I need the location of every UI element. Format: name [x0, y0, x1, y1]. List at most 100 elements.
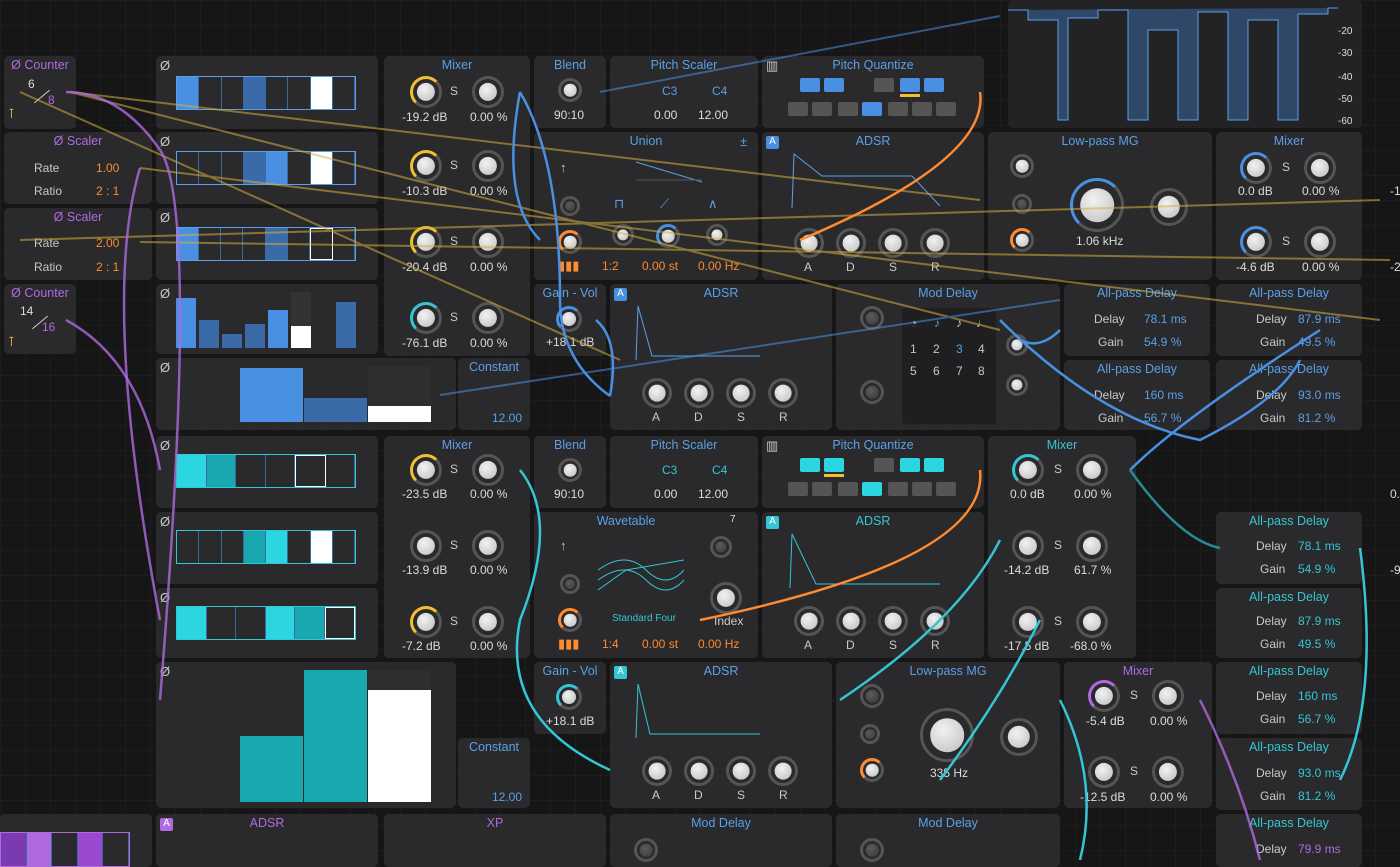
index-knob[interactable]	[710, 582, 742, 614]
pan-knob[interactable]	[472, 454, 504, 486]
level-knob[interactable]	[1012, 530, 1044, 562]
pan-knob[interactable]	[1152, 680, 1184, 712]
rate-selector[interactable]: ◔ ♪ ♪ ♩ 1 2 3 4 5 6 7 8	[902, 308, 996, 424]
pan-knob[interactable]	[472, 530, 504, 562]
allpass-delay-6[interactable]: All-pass Delay Delay 87.9 ms Gain 49.5 %	[1216, 588, 1362, 658]
key-pad[interactable]	[862, 102, 882, 116]
constant-module-1[interactable]: Constant 12.00	[458, 358, 530, 430]
pan-knob[interactable]	[472, 226, 504, 258]
rate-option[interactable]: 2	[933, 342, 940, 356]
constant-value[interactable]: 12.00	[492, 411, 522, 425]
mixer-module-5[interactable]: Mixer S -5.4 dB 0.00 % S -12.5 dB 0.00 %	[1064, 662, 1212, 808]
ratio-value[interactable]: 2 : 1	[96, 184, 119, 198]
attack-knob[interactable]	[794, 228, 824, 258]
pan-knob[interactable]	[1076, 454, 1108, 486]
allpass-delay-7[interactable]: All-pass Delay Delay 160 ms Gain 56.7 %	[1216, 662, 1362, 734]
solo-label[interactable]: S	[450, 538, 458, 552]
solo-label[interactable]: S	[450, 462, 458, 476]
step-sequencer-5[interactable]: Ø	[156, 512, 378, 584]
saw-wave-icon[interactable]: ⟋	[660, 196, 669, 212]
rate-option[interactable]: 1	[910, 342, 917, 356]
level-knob[interactable]	[410, 226, 442, 258]
blend-module-1[interactable]: Blend 90:10	[534, 56, 606, 128]
key-pad[interactable]	[838, 482, 858, 496]
pan-knob[interactable]	[1304, 226, 1336, 258]
pitch-quantize-module-2[interactable]: ▥ Pitch Quantize	[762, 436, 984, 508]
delay-value[interactable]: 78.1 ms	[1298, 539, 1341, 553]
mixer-module-1[interactable]: Mixer S -19.2 dB 0.00 % S -10.3 dB 0.00 …	[384, 56, 530, 356]
shape-knob[interactable]	[560, 196, 580, 216]
square-wave-icon[interactable]: ⊓	[614, 196, 624, 212]
position-knob[interactable]	[710, 536, 732, 558]
mixer-module-4[interactable]: Mixer S 0.0 dB 0.00 % S -14.2 dB 61.7 % …	[988, 436, 1136, 658]
level-knob[interactable]	[410, 454, 442, 486]
adsr-module-4[interactable]: A ADSR A D S R	[610, 662, 832, 808]
high-note[interactable]: C4	[712, 84, 727, 98]
solo-label[interactable]: S	[1054, 614, 1062, 628]
gain-vol-module-2[interactable]: Gain - Vol +18.1 dB	[534, 662, 606, 734]
gain-knob[interactable]	[556, 684, 582, 710]
level-knob[interactable]	[410, 606, 442, 638]
pitch-knob[interactable]	[558, 230, 582, 254]
allpass-delay-1[interactable]: All-pass Delay Delay 78.1 ms Gain 54.9 %	[1064, 284, 1210, 356]
key-pad[interactable]	[800, 458, 820, 472]
step-grid[interactable]	[176, 454, 356, 488]
pan-knob[interactable]	[472, 76, 504, 108]
level-knob[interactable]	[1088, 680, 1120, 712]
step-grid[interactable]	[0, 832, 130, 867]
step-grid[interactable]	[176, 151, 356, 185]
allpass-delay-3[interactable]: All-pass Delay Delay 160 ms Gain 56.7 %	[1064, 360, 1210, 430]
triangle-wave-icon[interactable]: ∧	[708, 196, 718, 212]
key-pad[interactable]	[800, 78, 820, 92]
resonance-knob[interactable]	[1150, 188, 1188, 226]
pan-knob[interactable]	[472, 302, 504, 334]
cutoff-knob[interactable]	[920, 708, 974, 762]
pan-knob[interactable]	[472, 150, 504, 182]
oscilloscope-module[interactable]: -20 -30 -40 -50 -60	[1008, 0, 1362, 128]
level-knob[interactable]	[1012, 606, 1044, 638]
step-sequencer-1[interactable]: Ø	[156, 56, 378, 129]
key-pad[interactable]	[912, 102, 932, 116]
delay-value[interactable]: 87.9 ms	[1298, 312, 1341, 326]
allpass-delay-8[interactable]: All-pass Delay Delay 93.0 ms Gain 81.2 %	[1216, 738, 1362, 810]
step-grid[interactable]	[176, 76, 356, 110]
low-note[interactable]: C3	[662, 84, 677, 98]
attack-knob[interactable]	[794, 606, 824, 636]
mixer-module-2[interactable]: Mixer S -23.5 dB 0.00 % S -13.9 dB 0.00 …	[384, 436, 530, 658]
key-pad[interactable]	[900, 458, 920, 472]
bar-sequencer-3[interactable]: Ø	[156, 662, 456, 808]
mod-delay-module-1[interactable]: Mod Delay ◔ ♪ ♪ ♩ 1 2 3 4 5 6 7 8	[836, 284, 1060, 430]
solo-label[interactable]: S	[1054, 538, 1062, 552]
key-pad[interactable]	[924, 458, 944, 472]
solo-label[interactable]: S	[450, 158, 458, 172]
level-knob[interactable]	[410, 150, 442, 182]
rate-value[interactable]: 2.00	[96, 236, 119, 250]
resonance-knob[interactable]	[1000, 718, 1038, 756]
allpass-delay-2[interactable]: All-pass Delay Delay 87.9 ms Gain 49.5 %	[1216, 284, 1362, 356]
step-grid[interactable]	[176, 227, 356, 261]
key-pad[interactable]	[888, 482, 908, 496]
lowpass-mg-module-2[interactable]: Low-pass MG 335 Hz	[836, 662, 1060, 808]
mod-knob[interactable]	[860, 724, 880, 744]
solo-label[interactable]: S	[450, 234, 458, 248]
delay-value[interactable]: 78.1 ms	[1144, 312, 1187, 326]
decay-knob[interactable]	[684, 378, 714, 408]
mod-delay-module-3[interactable]: Mod Delay	[836, 814, 1060, 867]
rate-option[interactable]: 8	[978, 364, 985, 378]
ratio-value[interactable]: 2 : 1	[96, 260, 119, 274]
gain-value[interactable]: 56.7 %	[1144, 411, 1181, 425]
release-knob[interactable]	[920, 228, 950, 258]
step-sequencer-4[interactable]: Ø	[156, 436, 378, 508]
delay-value[interactable]: 87.9 ms	[1298, 614, 1341, 628]
level-knob[interactable]	[410, 302, 442, 334]
level-knob[interactable]	[410, 76, 442, 108]
gain-value[interactable]: 81.2 %	[1298, 411, 1335, 425]
mix-knob[interactable]	[612, 224, 634, 246]
key-pad[interactable]	[874, 458, 894, 472]
step-grid[interactable]	[176, 530, 356, 564]
pitch-scaler-module-2[interactable]: Pitch Scaler C3 C4 0.00 12.00	[610, 436, 758, 508]
low-note[interactable]: C3	[662, 463, 677, 477]
pan-knob[interactable]	[472, 606, 504, 638]
gain-vol-module-1[interactable]: Gain - Vol +18.1 dB	[534, 284, 606, 356]
mix-knob[interactable]	[706, 224, 728, 246]
